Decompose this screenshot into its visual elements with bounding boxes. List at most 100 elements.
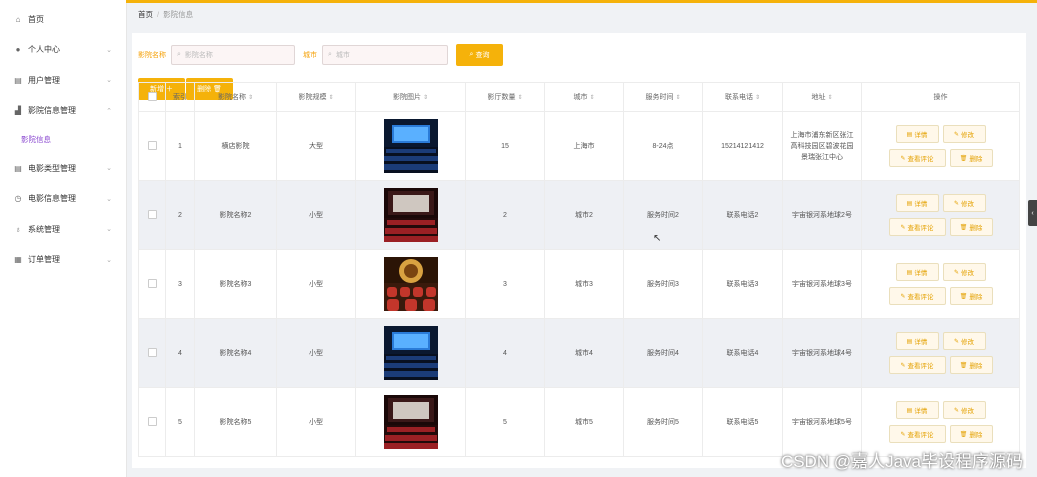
row-select-cell[interactable] [138,249,166,319]
trash-icon: 🗑 [959,155,968,162]
col-header-phone[interactable]: 联系电话 ⇕ [702,82,783,112]
cell-halls: 3 [465,249,545,319]
row-checkbox[interactable] [147,209,157,219]
view-reviews-button[interactable]: ✎ 查看评论 [888,218,946,236]
sidebar-subitem-cinema-info[interactable]: 影院信息 [0,126,126,153]
row-checkbox[interactable] [147,347,157,357]
col-header-scale[interactable]: 影院规模 ⇕ [276,82,356,112]
delete-button[interactable]: 🗑 删除 [949,425,993,443]
col-header-city[interactable]: 城市 ⇕ [544,82,624,112]
edit-button[interactable]: ✎ 修改 [942,263,986,281]
view-reviews-button[interactable]: ✎ 查看评论 [888,287,946,305]
sidebar-item-label: 影院信息管理 [28,106,76,116]
edit-button[interactable]: ✎ 修改 [942,401,986,419]
row-checkbox[interactable] [147,278,157,288]
sidebar-item-system[interactable]: ♁ 系统管理 ⌄ [0,214,126,245]
sort-icon[interactable]: ⇕ [248,95,253,101]
cinema-name-input[interactable]: ⌕ 影院名称 [171,44,295,65]
cinema-name-label: 影院名称 [138,51,166,59]
row-checkbox[interactable] [147,140,157,150]
view-reviews-button[interactable]: ✎ 查看评论 [888,425,946,443]
detail-button[interactable]: ▤ 详情 [895,401,939,419]
sidebar-item-label: 用户管理 [28,75,60,85]
detail-button[interactable]: ▤ 详情 [895,263,939,281]
delete-button[interactable]: 🗑 删除 [949,356,993,374]
cell-scale: 大型 [276,111,356,181]
cell-image [355,387,466,457]
col-header-name[interactable]: 影院名称 ⇕ [194,82,277,112]
row-select-cell[interactable] [138,180,166,250]
sort-icon[interactable]: ⇕ [517,95,522,101]
sidebar-item-cinema-info[interactable]: ▟ 影院信息管理 ⌃ [0,96,126,127]
sort-icon[interactable]: ⇕ [423,95,428,101]
sidebar-item-movies[interactable]: ◷ 电影信息管理 ⌄ [0,184,126,215]
view-reviews-button[interactable]: ✎ 查看评论 [888,356,946,374]
cell-address: 宇宙银河系地球3号 [782,249,862,319]
sort-icon[interactable]: ⇕ [675,95,680,101]
document-icon: ▤ [906,338,913,345]
user-icon: ● [15,45,21,55]
cell-phone: 15214121412 [702,111,783,181]
chevron-down-icon: ⌄ [106,46,112,54]
delete-button[interactable]: 🗑 删除 [949,149,993,167]
view-reviews-button[interactable]: ✎ 查看评论 [888,149,946,167]
delete-button[interactable]: 🗑 删除 [949,218,993,236]
collapse-handle[interactable]: ‹ [1028,200,1037,226]
cinema-photo [383,395,438,449]
row-select-cell[interactable] [138,318,166,388]
col-header-address[interactable]: 地址 ⇕ [782,82,862,112]
select-all-header[interactable] [138,82,166,112]
cell-scale: 小型 [276,249,356,319]
sidebar-item-users[interactable]: ▤ 用户管理 ⌄ [0,65,126,96]
col-header-actions: 操作 [861,82,1020,112]
shop-icon: ▦ [14,255,22,265]
edit-icon: ✎ [900,362,906,369]
sidebar-item-orders[interactable]: ▦ 订单管理 ⌄ [0,245,126,276]
cell-hours: 服务时间4 [623,318,703,388]
sort-icon[interactable]: ⇕ [755,95,760,101]
edit-button[interactable]: ✎ 修改 [942,332,986,350]
city-input[interactable]: ⌕ 城市 [322,44,448,65]
detail-button[interactable]: ▤ 详情 [895,332,939,350]
row-checkbox[interactable] [147,416,157,426]
breadcrumb-home[interactable]: 首页 [138,10,153,19]
cell-halls: 5 [465,387,545,457]
row-select-cell[interactable] [138,111,166,181]
address-text: 宇宙银河系地球3号 [792,280,852,288]
chevron-down-icon: ⌄ [106,165,112,173]
cell-index: 5 [165,387,195,457]
sort-icon[interactable]: ⇕ [827,95,832,101]
chevron-down-icon: ⌄ [106,256,112,264]
sidebar-item-home[interactable]: ⌂ 首页 [0,4,126,35]
sidebar-item-movie-types[interactable]: ▤ 电影类型管理 ⌄ [0,153,126,184]
col-header-image[interactable]: 影院图片 ⇕ [355,82,466,112]
select-all-checkbox[interactable] [147,91,157,101]
cell-address: 宇宙银河系地球4号 [782,318,862,388]
chevron-up-icon: ⌃ [106,107,112,115]
cell-image [355,318,466,388]
edit-button[interactable]: ✎ 修改 [942,125,986,143]
document-icon: ▤ [906,200,913,207]
cell-scale: 小型 [276,318,356,388]
edit-button[interactable]: ✎ 修改 [942,194,986,212]
row-select-cell[interactable] [138,387,166,457]
delete-button[interactable]: 🗑 删除 [949,287,993,305]
address-text: 宇宙银河系地球5号 [792,418,852,426]
search-button[interactable]: ⌕ 查询 [456,43,503,66]
cell-city: 城市2 [544,180,624,250]
address-text: 宇宙银河系地球2号 [792,211,852,219]
col-header-halls[interactable]: 影厅数量 ⇕ [465,82,545,112]
cell-scale: 小型 [276,180,356,250]
col-header-hours[interactable]: 服务时间 ⇕ [623,82,703,112]
sidebar-subitem-label: 影院信息 [21,135,51,144]
breadcrumb-separator: / [157,10,160,19]
cinema-name-placeholder: 影院名称 [184,51,213,59]
sort-icon[interactable]: ⇕ [589,95,594,101]
table-row: 3 影院名称3 小型 3 城市3 服务时间3 联系电话3 宇宙银河系地球3号 ▤ 详情 ✎ 修改 ✎ 查看… [138,249,1020,319]
detail-button[interactable]: ▤ 详情 [895,125,939,143]
main-content: 首页/影院信息 影院名称 ⌕ 影院名称 城市 ⌕ 城市 ⌕ 查询 新增 ＋ [126,3,1037,477]
sort-icon[interactable]: ⇕ [328,95,333,101]
detail-button[interactable]: ▤ 详情 [895,194,939,212]
sidebar: ⌂ 首页 ● 个人中心 ⌄ ▤ 用户管理 ⌄ ▟ 影院信息管理 ⌃ 影院信息 ▤… [0,0,127,477]
sidebar-item-profile[interactable]: ● 个人中心 ⌄ [0,35,126,66]
